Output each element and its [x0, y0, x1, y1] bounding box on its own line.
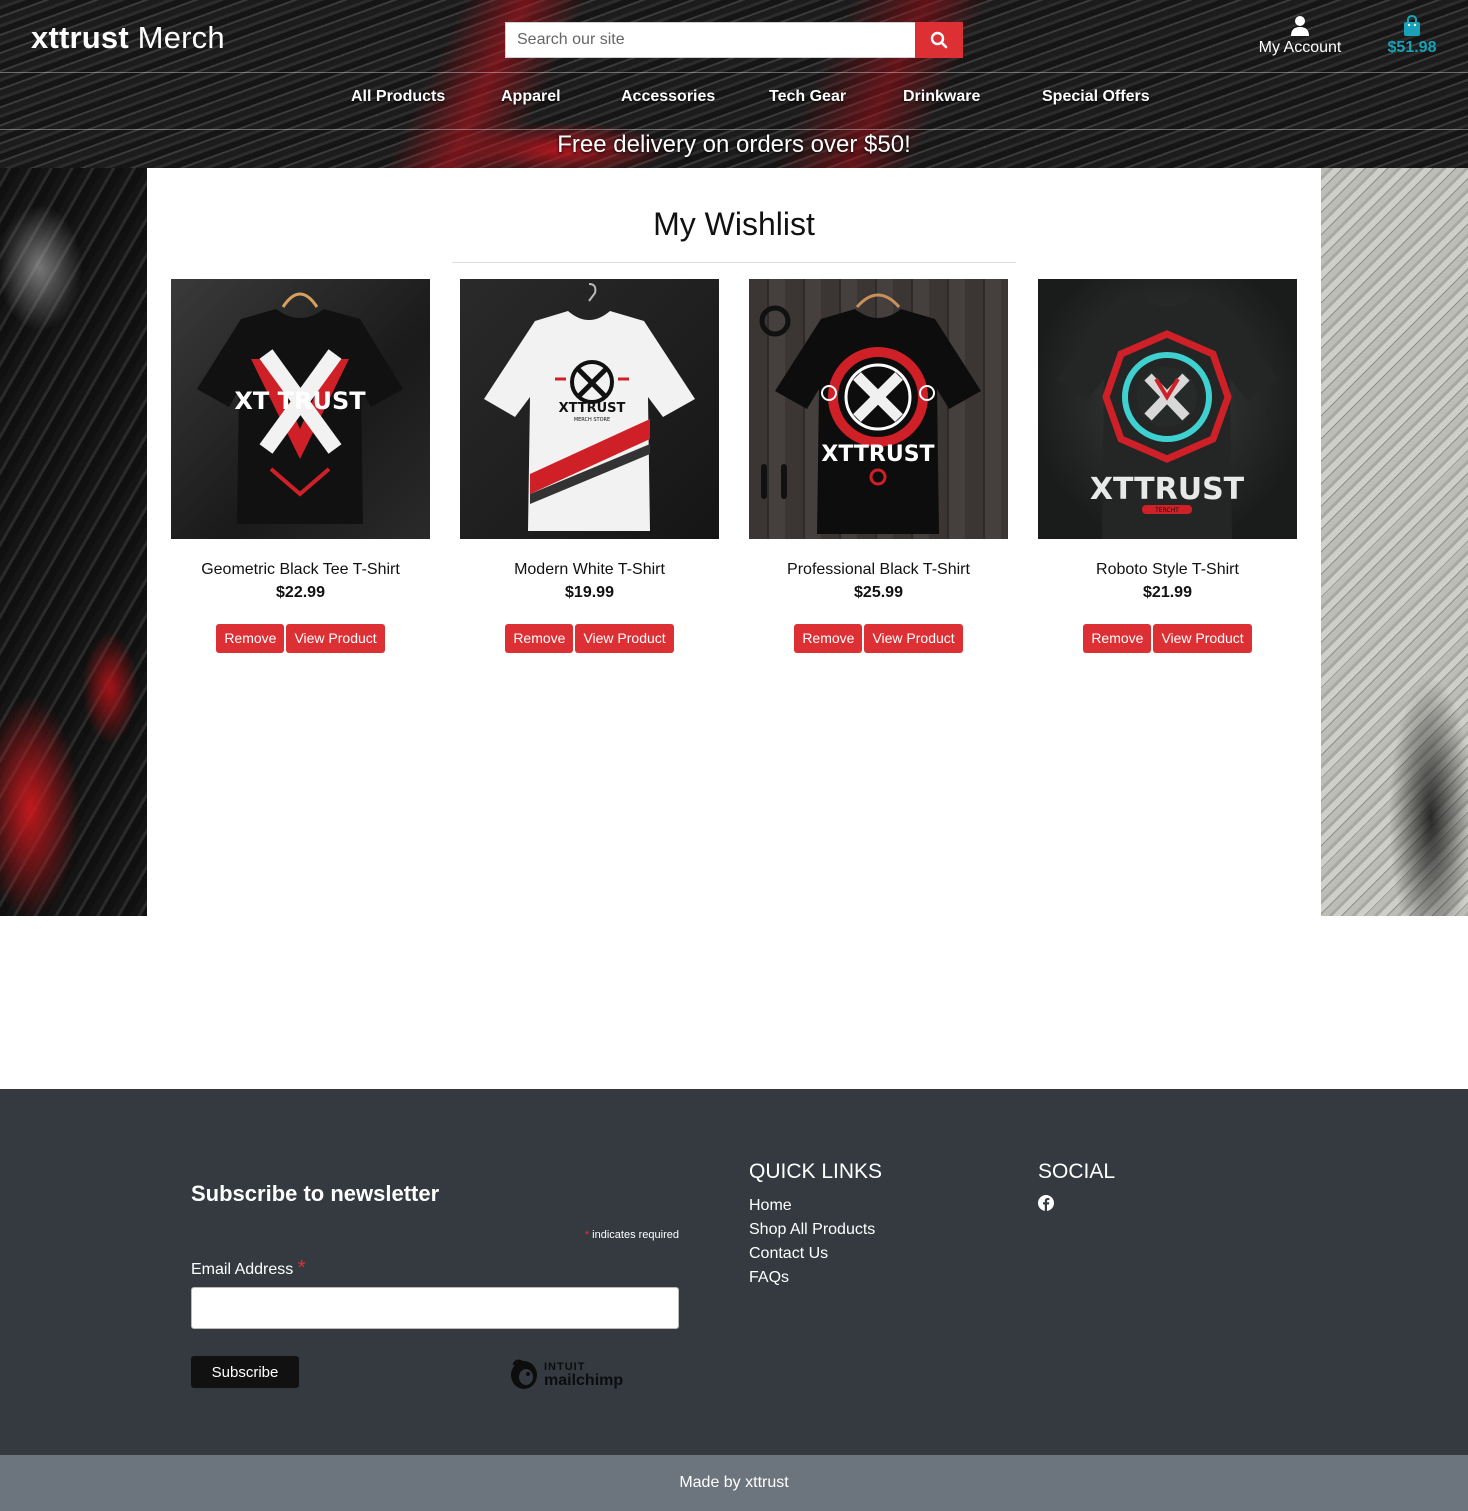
view-product-button[interactable]: View Product: [864, 624, 963, 653]
footer-link-home[interactable]: Home: [749, 1194, 875, 1218]
product-image[interactable]: XTTRUST MERCH STORE: [460, 279, 719, 539]
cart-total: $51.98: [1387, 39, 1437, 56]
wishlist-item: XTTRUST TERCHT Roboto Style T-Shirt $21.…: [1038, 279, 1297, 653]
product-price: $19.99: [565, 584, 614, 601]
remove-button[interactable]: Remove: [216, 624, 285, 653]
product-price: $22.99: [276, 584, 325, 601]
title-divider: [452, 262, 1016, 263]
required-note: * indicates required: [540, 1229, 679, 1241]
product-image[interactable]: XTTRUST TERCHT: [1038, 279, 1297, 539]
shopping-bag-icon: [1380, 14, 1444, 39]
email-label-text: Email Address: [191, 1261, 298, 1278]
product-print-text: XTTRUST: [559, 401, 626, 416]
mailchimp-wordmark: INTUIT mailchimp: [544, 1361, 624, 1389]
nav-tech-gear[interactable]: Tech Gear: [769, 88, 846, 106]
background-texture-right: [1321, 168, 1468, 916]
cart-link[interactable]: $51.98: [1380, 14, 1444, 57]
logo-rest: Merch: [128, 20, 225, 55]
product-price: $25.99: [854, 584, 903, 601]
logo-bold: xttrust: [31, 20, 129, 55]
product-price: $21.99: [1143, 584, 1192, 601]
copyright-bar: Made by xttrust: [0, 1455, 1468, 1511]
search-icon: [930, 31, 948, 49]
footer-link-shop-all[interactable]: Shop All Products: [749, 1218, 875, 1242]
product-image[interactable]: XT TRUST: [171, 279, 430, 539]
email-label: Email Address *: [191, 1257, 306, 1280]
quick-links-list: Home Shop All Products Contact Us FAQs: [749, 1194, 875, 1290]
promo-banner: Free delivery on orders over $50!: [557, 131, 911, 158]
product-name: Modern White T-Shirt: [514, 561, 665, 578]
product-print-text: XTTRUST: [821, 442, 934, 467]
search-input[interactable]: [505, 22, 915, 58]
nav-apparel[interactable]: Apparel: [501, 88, 561, 106]
social-title: SOCIAL: [1038, 1160, 1116, 1183]
product-name: Roboto Style T-Shirt: [1096, 561, 1239, 578]
nav-all-products[interactable]: All Products: [351, 88, 445, 106]
wishlist-item: XTTRUST MERCH STORE Modern White T-Shirt…: [460, 279, 719, 653]
product-name: Professional Black T-Shirt: [787, 561, 970, 578]
required-note-text: indicates required: [589, 1229, 679, 1241]
newsletter-title: Subscribe to newsletter: [191, 1181, 440, 1206]
nav-divider: [0, 129, 1468, 130]
search-bar: [505, 22, 963, 58]
view-product-button[interactable]: View Product: [286, 624, 385, 653]
product-print-text: XT TRUST: [234, 387, 366, 415]
my-account-label: My Account: [1258, 39, 1342, 56]
search-button[interactable]: [915, 22, 963, 58]
my-account-link[interactable]: My Account: [1250, 15, 1350, 57]
site-logo[interactable]: xttrust Merch: [31, 20, 225, 56]
nav-drinkware[interactable]: Drinkware: [903, 88, 980, 106]
product-image[interactable]: XTTRUST: [749, 279, 1008, 539]
product-print-subtext: TERCHT: [1154, 507, 1179, 514]
email-field[interactable]: [191, 1287, 679, 1329]
nav-accessories[interactable]: Accessories: [621, 88, 715, 106]
mailchimp-name: mailchimp: [544, 1372, 624, 1389]
facebook-icon[interactable]: [1038, 1195, 1054, 1216]
mailchimp-badge[interactable]: INTUIT mailchimp: [508, 1357, 623, 1391]
product-print-subtext: MERCH STORE: [574, 417, 610, 423]
quick-links-title: QUICK LINKS: [749, 1160, 883, 1183]
page-title: My Wishlist: [653, 206, 815, 242]
email-required-asterisk: *: [297, 1257, 306, 1279]
mailchimp-icon: [511, 1359, 537, 1389]
product-name: Geometric Black Tee T-Shirt: [201, 561, 400, 578]
remove-button[interactable]: Remove: [794, 624, 863, 653]
remove-button[interactable]: Remove: [1083, 624, 1152, 653]
nav-special-offers[interactable]: Special Offers: [1042, 88, 1150, 106]
view-product-button[interactable]: View Product: [575, 624, 674, 653]
view-product-button[interactable]: View Product: [1153, 624, 1252, 653]
footer-link-contact[interactable]: Contact Us: [749, 1242, 875, 1266]
site-footer: Subscribe to newsletter * indicates requ…: [0, 1089, 1468, 1455]
wishlist-item: XT TRUST Geometric Black Tee T-Shirt $22…: [171, 279, 430, 653]
subscribe-button[interactable]: Subscribe: [191, 1356, 299, 1388]
main-nav: All Products Apparel Accessories Tech Ge…: [0, 88, 1468, 114]
site-header: xttrust Merch My Account $51.98 All Prod…: [0, 0, 1468, 168]
remove-button[interactable]: Remove: [505, 624, 574, 653]
product-print-text: XTTRUST: [1090, 472, 1245, 507]
wishlist-item: XTTRUST Professional Black T-Shirt $25.9…: [749, 279, 1008, 653]
wishlist-section: My Wishlist XT TRUST Geometric Black Tee…: [147, 168, 1321, 916]
user-icon: [1250, 15, 1350, 39]
background-texture-left: [0, 168, 147, 916]
footer-link-faqs[interactable]: FAQs: [749, 1266, 875, 1290]
header-divider: [0, 72, 1468, 73]
